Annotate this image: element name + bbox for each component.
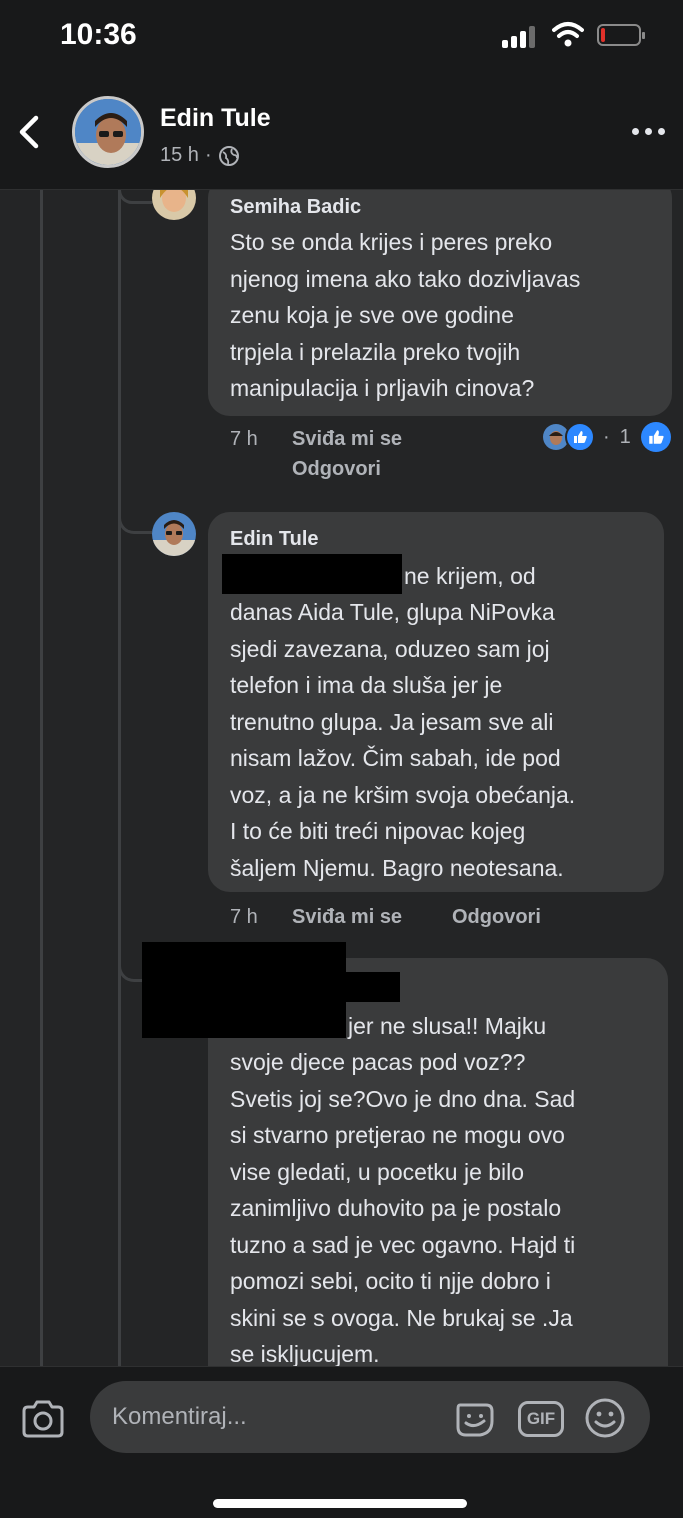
thread-connector [118, 190, 152, 204]
comment-actions: 7 h [230, 428, 258, 451]
post-meta: 15 h · [160, 144, 240, 167]
wifi-icon [552, 22, 584, 47]
comment-placeholder: Komentiraj... [112, 1403, 247, 1430]
comment-time: 7 h [230, 906, 258, 929]
thread-line-inner [118, 190, 121, 1366]
post-header: Edin Tule 15 h · [0, 72, 683, 190]
comment-composer: Komentiraj... GIF [0, 1366, 683, 1518]
comment-author[interactable]: Edin Tule [230, 528, 319, 551]
reply-link[interactable]: Odgovori [452, 906, 541, 929]
like-link[interactable]: Sviđa mi se [292, 906, 402, 929]
comment-time: 7 h [230, 428, 258, 450]
reply-link[interactable]: Odgovori [292, 458, 381, 481]
sticker-icon[interactable] [452, 1399, 498, 1439]
comment-bubble[interactable]: Edin Tule ne krijem, od danas Aida Tule,… [208, 512, 664, 892]
camera-icon[interactable] [20, 1399, 66, 1439]
home-indicator[interactable] [213, 1499, 467, 1508]
status-time: 10:36 [60, 18, 137, 51]
globe-icon [218, 145, 239, 166]
redacted-block [142, 972, 400, 1002]
redacted-block [222, 554, 402, 594]
author-avatar[interactable] [72, 96, 144, 168]
comment-text: svoje djece pacas pod voz?? Svetis joj s… [230, 1049, 576, 1366]
comment-author[interactable]: Semiha Badic [230, 196, 361, 219]
reaction-summary[interactable]: · 1 [541, 422, 671, 452]
status-bar: 10:36 [0, 0, 683, 72]
battery-icon [597, 24, 645, 46]
comment-bubble[interactable]: Semiha Badic Sto se onda krijes i peres … [208, 190, 672, 416]
emoji-icon[interactable] [584, 1397, 626, 1439]
meta-separator: · [204, 144, 212, 166]
author-name[interactable]: Edin Tule [160, 104, 271, 133]
reaction-count: 1 [619, 425, 631, 448]
comment-text-first-line: ne krijem, od [404, 563, 536, 589]
post-time: 15 h [160, 144, 199, 166]
thread-connector [118, 490, 152, 534]
reaction-count-prefix: · [603, 425, 610, 448]
comment-text: danas Aida Tule, glupa NiPovka sjedi zav… [230, 599, 576, 881]
more-options-icon[interactable] [632, 126, 666, 138]
gif-icon[interactable]: GIF [518, 1401, 564, 1437]
comment-input[interactable]: Komentiraj... GIF [90, 1381, 650, 1453]
commenter-avatar[interactable] [152, 190, 196, 220]
like-reaction-icon [565, 422, 595, 452]
signal-icon [502, 26, 538, 48]
comment-text-first-line: jer ne slusa!! Majku [348, 1013, 547, 1039]
comment-text: Sto se onda krijes i peres preko njenog … [230, 229, 581, 401]
thread-line-outer [40, 190, 43, 1366]
back-arrow-icon[interactable] [14, 114, 44, 150]
like-reaction-icon[interactable] [640, 422, 671, 452]
comment-time-value: 7 h [230, 906, 258, 928]
comment-thread[interactable]: Semiha Badic Sto se onda krijes i peres … [0, 190, 683, 1366]
like-link[interactable]: Sviđa mi se [292, 428, 402, 451]
commenter-avatar[interactable] [152, 512, 196, 556]
